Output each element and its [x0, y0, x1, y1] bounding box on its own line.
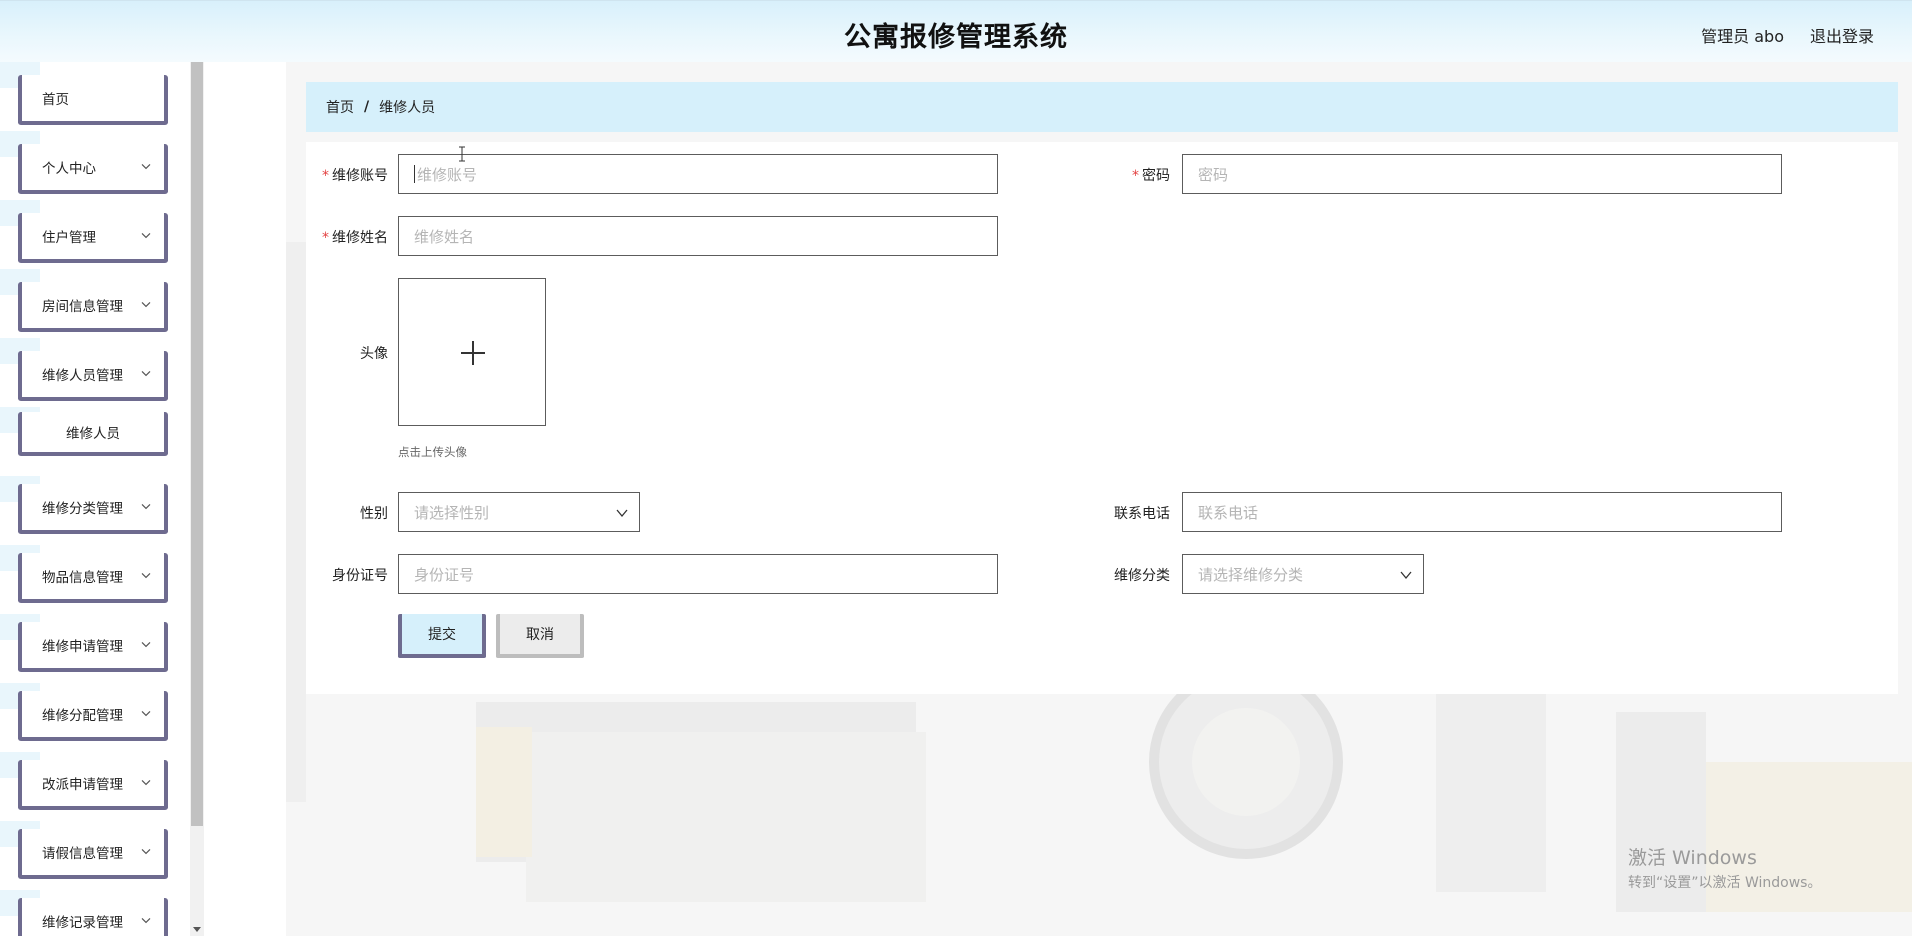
breadcrumb-separator: / [364, 99, 370, 115]
sidebar-item-label: 维修人员管理 [42, 368, 123, 384]
sidebar-item-categories[interactable]: 维修分类管理 [18, 484, 168, 534]
chevron-down-icon [1400, 571, 1412, 580]
sidebar-item-label: 请假信息管理 [42, 846, 123, 862]
idcard-input[interactable]: 身份证号 [398, 554, 998, 594]
sidebar-item-label: 维修记录管理 [42, 915, 123, 931]
category-select[interactable]: 请选择维修分类 [1182, 554, 1424, 594]
top-header: 公寓报修管理系统 管理员 abo 退出登录 [0, 0, 1912, 62]
phone-label: 联系电话 [1114, 506, 1170, 522]
current-user: 管理员 abo [1701, 27, 1784, 46]
account-input[interactable]: 维修账号 [398, 154, 998, 194]
submit-button[interactable]: 提交 [398, 614, 486, 658]
sidebar-item-assignments[interactable]: 维修分配管理 [18, 691, 168, 741]
text-caret [414, 165, 415, 183]
chevron-down-icon [141, 503, 151, 510]
breadcrumb-home[interactable]: 首页 [326, 97, 354, 117]
sidebar-item-rooms[interactable]: 房间信息管理 [18, 282, 168, 332]
avatar-upload-hint: 点击上传头像 [398, 445, 467, 459]
gender-select[interactable]: 请选择性别 [398, 492, 640, 532]
chevron-down-icon [141, 370, 151, 377]
chevron-down-icon [616, 509, 628, 518]
sidebar-item-label: 物品信息管理 [42, 570, 123, 586]
chevron-down-icon [141, 779, 151, 786]
chevron-down-icon [141, 641, 151, 648]
watermark-line1: 激活 Windows [1628, 847, 1757, 869]
sidebar-item-label: 维修申请管理 [42, 639, 123, 655]
plus-icon-vertical [472, 341, 474, 365]
sidebar-item-items[interactable]: 物品信息管理 [18, 553, 168, 603]
account-label: * 维修账号 [322, 168, 388, 184]
breadcrumb-current: 维修人员 [379, 100, 436, 116]
chevron-down-icon [141, 710, 151, 717]
sidebar-item-profile[interactable]: 个人中心 [18, 144, 168, 194]
sidebar-item-label: 维修分配管理 [42, 708, 123, 724]
scroll-down-arrow-icon[interactable] [193, 927, 201, 932]
chevron-down-icon [141, 301, 151, 308]
windows-activation-watermark: 激活 Windows 转到“设置”以激活 Windows。 [1628, 843, 1821, 892]
sidebar-item-label: 首页 [42, 92, 69, 108]
sidebar-item-home[interactable]: 首页 [18, 75, 168, 125]
chevron-down-icon [141, 917, 151, 924]
app-title: 公寓报修管理系统 [844, 22, 1068, 53]
phone-input[interactable]: 联系电话 [1182, 492, 1782, 532]
name-label: * 维修姓名 [322, 230, 388, 246]
scrollbar-thumb[interactable] [191, 62, 203, 826]
sidebar-item-label: 房间信息管理 [42, 299, 123, 315]
sidebar: 首页个人中心住户管理房间信息管理 维修人员管理维修人员维修分类管理 物品信息管理 维修… [0, 62, 204, 936]
sidebar-item-records[interactable]: 维修记录管理 [18, 898, 168, 936]
avatar-upload[interactable] [398, 278, 546, 426]
category-label: 维修分类 [1114, 568, 1170, 584]
sidebar-item-label: 维修分类管理 [42, 501, 123, 517]
breadcrumb: 首页 / 维修人员 [306, 82, 1898, 132]
sidebar-item-leave[interactable]: 请假信息管理 [18, 829, 168, 879]
avatar-label: 头像 [360, 346, 388, 362]
name-input[interactable]: 维修姓名 [398, 216, 998, 256]
cancel-button[interactable]: 取消 [496, 614, 584, 658]
text-cursor-icon [459, 146, 465, 162]
chevron-down-icon [141, 848, 151, 855]
sidebar-item-requests[interactable]: 维修申请管理 [18, 622, 168, 672]
watermark-line2: 转到“设置”以激活 Windows。 [1628, 875, 1822, 891]
gender-label: 性别 [360, 506, 388, 522]
idcard-label: 身份证号 [332, 568, 388, 584]
sidebar-item-label: 住户管理 [42, 230, 96, 246]
sidebar-item-label: 个人中心 [42, 161, 96, 177]
sidebar-item-repairers[interactable]: 维修人员管理 [18, 351, 168, 401]
chevron-down-icon [141, 572, 151, 579]
logout-link[interactable]: 退出登录 [1810, 23, 1874, 47]
chevron-down-icon [141, 232, 151, 239]
sidebar-item-reassign[interactable]: 改派申请管理 [18, 760, 168, 810]
password-label: * 密码 [1132, 168, 1170, 184]
sidebar-item-label: 维修人员 [66, 426, 120, 442]
password-input[interactable]: 密码 [1182, 154, 1782, 194]
sidebar-item-residents[interactable]: 住户管理 [18, 213, 168, 263]
sidebar-item-label: 改派申请管理 [42, 777, 123, 793]
sidebar-scrollbar[interactable] [190, 62, 204, 936]
chevron-down-icon [141, 163, 151, 170]
sidebar-item-repairer-list[interactable]: 维修人员 [18, 412, 168, 456]
